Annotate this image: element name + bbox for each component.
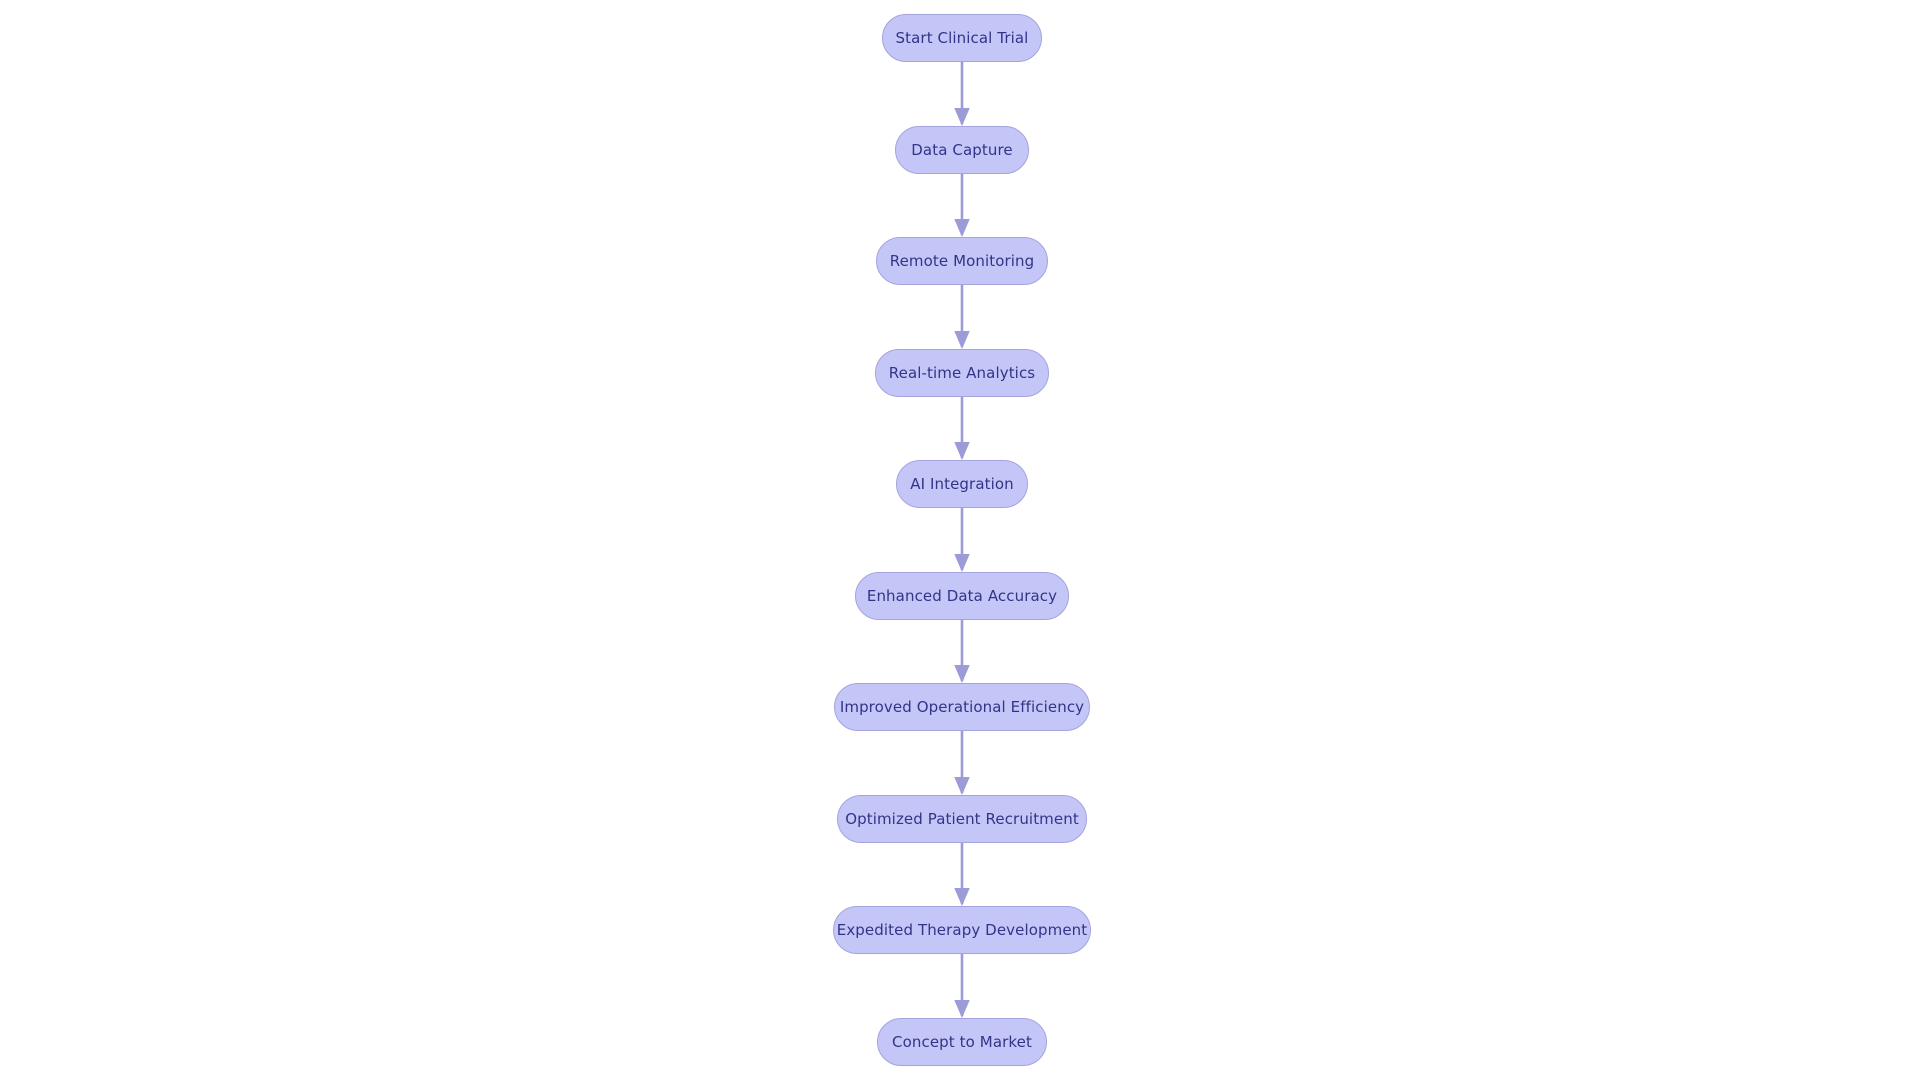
flowchart-canvas: Start Clinical Trial Data Capture Remote M… bbox=[0, 0, 1920, 1080]
flow-node-label: Optimized Patient Recruitment bbox=[845, 809, 1079, 828]
flow-node-label: Improved Operational Efficiency bbox=[839, 697, 1085, 716]
flow-node-concept-to-market[interactable]: Concept to Market bbox=[877, 1018, 1047, 1066]
flow-node-label: AI Integration bbox=[910, 474, 1014, 493]
flow-node-label: Remote Monitoring bbox=[889, 251, 1035, 270]
flow-node-enhanced-data-accuracy[interactable]: Enhanced Data Accuracy bbox=[855, 572, 1069, 620]
flow-node-expedited-therapy-development[interactable]: Expedited Therapy Development bbox=[833, 906, 1091, 954]
flow-node-remote-monitoring[interactable]: Remote Monitoring bbox=[876, 237, 1048, 285]
flow-node-label: Concept to Market bbox=[892, 1032, 1032, 1051]
flow-node-data-capture[interactable]: Data Capture bbox=[895, 126, 1029, 174]
flow-node-real-time-analytics[interactable]: Real-time Analytics bbox=[875, 349, 1049, 397]
flow-node-label: Real-time Analytics bbox=[888, 363, 1036, 382]
flow-node-optimized-patient-recruitment[interactable]: Optimized Patient Recruitment bbox=[837, 795, 1087, 843]
flow-node-label: Start Clinical Trial bbox=[895, 28, 1029, 47]
flow-node-label: Enhanced Data Accuracy bbox=[866, 586, 1058, 605]
flow-node-label: Data Capture bbox=[911, 140, 1013, 159]
flow-node-improved-operational-efficiency[interactable]: Improved Operational Efficiency bbox=[834, 683, 1090, 731]
flow-node-ai-integration[interactable]: AI Integration bbox=[896, 460, 1028, 508]
flow-node-start-clinical-trial[interactable]: Start Clinical Trial bbox=[882, 14, 1042, 62]
flow-node-label: Expedited Therapy Development bbox=[836, 920, 1088, 939]
